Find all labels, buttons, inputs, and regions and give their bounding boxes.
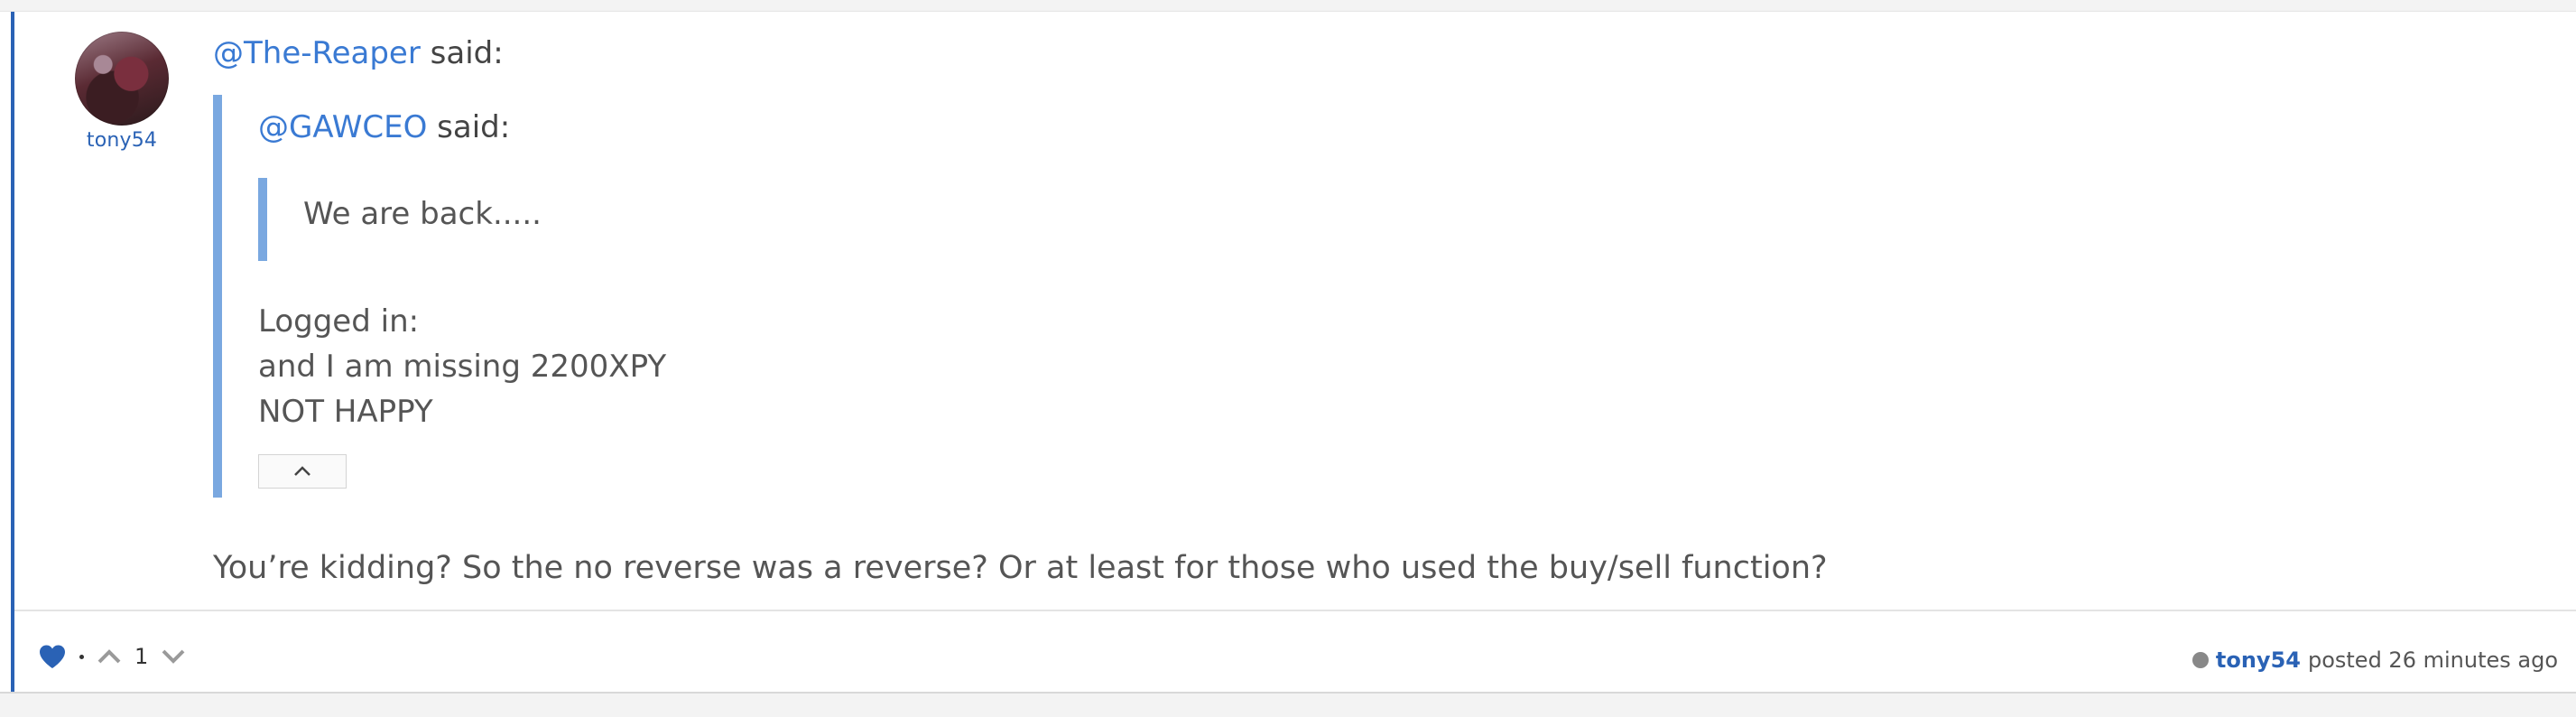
chevron-up-icon[interactable] bbox=[97, 648, 122, 665]
collapse-quote-button[interactable] bbox=[258, 454, 347, 489]
separator-dot bbox=[79, 654, 84, 659]
meta-author-link[interactable]: tony54 bbox=[2216, 647, 2301, 673]
post-meta: tony54 posted 26 minutes ago bbox=[2191, 647, 2558, 673]
chevron-up-icon bbox=[294, 466, 310, 476]
post-footer: 1 tony54 posted 26 minutes ago bbox=[14, 611, 2576, 694]
nested-quote-text: We are back..... bbox=[303, 196, 542, 232]
heart-icon[interactable] bbox=[38, 644, 67, 669]
status-dot-icon bbox=[2191, 652, 2209, 668]
author-name-link[interactable]: tony54 bbox=[72, 129, 171, 152]
nested-quote-attribution: @GAWCEO said: bbox=[258, 109, 510, 145]
post-body-text: You’re kidding? So the no reverse was a … bbox=[213, 550, 1828, 586]
quoted-line: and I am missing 2200XPY bbox=[258, 349, 667, 385]
quote-attribution: @The-Reaper said: bbox=[213, 35, 504, 71]
mention-link[interactable]: @The-Reaper bbox=[213, 35, 421, 71]
quoted-line: NOT HAPPY bbox=[258, 394, 433, 430]
vote-count: 1 bbox=[134, 644, 149, 669]
avatar[interactable] bbox=[75, 32, 169, 126]
blockquote: @GAWCEO said: We are back..... Logged in… bbox=[213, 95, 1657, 498]
mention-link[interactable]: @GAWCEO bbox=[258, 109, 427, 145]
said-text: said: bbox=[420, 35, 504, 71]
author-panel: tony54 bbox=[72, 32, 171, 152]
nested-blockquote: We are back..... bbox=[258, 178, 800, 261]
post-accent-bar bbox=[11, 12, 14, 692]
quoted-text: Logged in: and I am missing 2200XPY NOT … bbox=[258, 299, 666, 434]
chevron-down-icon[interactable] bbox=[161, 648, 186, 665]
vote-controls: 1 bbox=[38, 644, 186, 669]
quoted-line: Logged in: bbox=[258, 303, 420, 340]
post-timestamp[interactable]: posted 26 minutes ago bbox=[2308, 647, 2558, 673]
said-text: said: bbox=[427, 109, 511, 145]
post-card: tony54 @The-Reaper said: @GAWCEO said: W… bbox=[0, 11, 2576, 694]
